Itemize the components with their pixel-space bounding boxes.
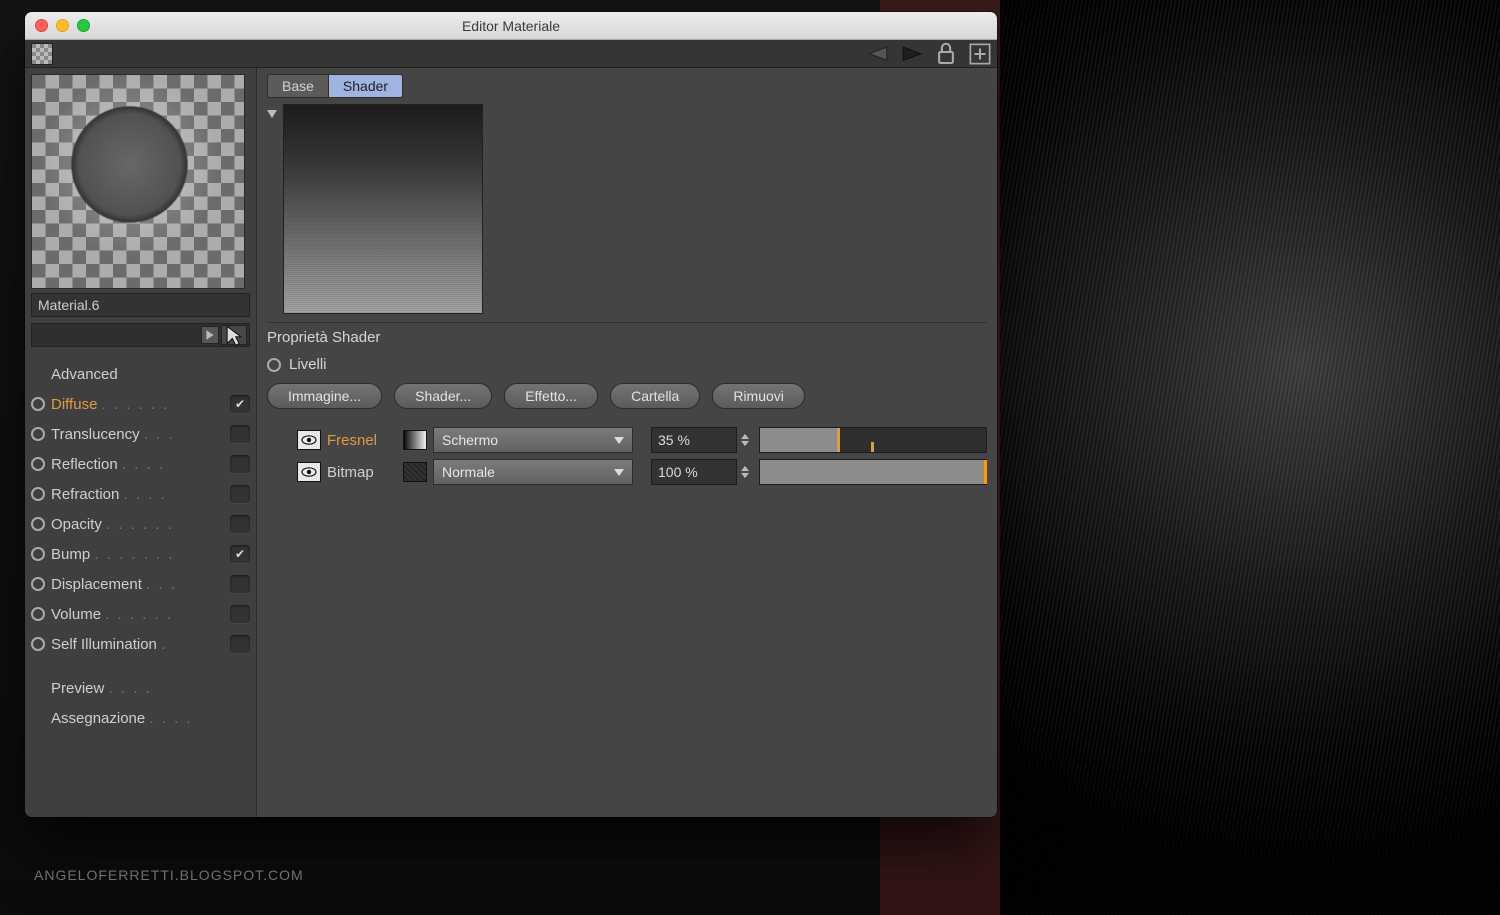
sidebar-item-bump[interactable]: Bump . . . . . . . (31, 539, 250, 569)
sidebar-item-preview[interactable]: Preview . . . . (31, 673, 250, 703)
channel-label: Translucency . . . (51, 426, 224, 443)
radio-icon[interactable] (31, 427, 45, 441)
radio-icon[interactable] (31, 547, 45, 561)
action-buttons: Immagine... Shader... Effetto... Cartell… (267, 383, 987, 409)
extra-label: Assegnazione . . . . (51, 710, 250, 727)
navigator-row (31, 323, 250, 347)
sidebar-item-refraction[interactable]: Refraction . . . . (31, 479, 250, 509)
material-name-input[interactable]: Material.6 (31, 293, 250, 317)
nav-back-icon[interactable] (867, 43, 889, 65)
channel-label: Self Illumination . (51, 636, 224, 653)
sidebar: Material.6 Advanced Diffuse . . . . . . … (25, 68, 257, 817)
channel-list: Advanced Diffuse . . . . . . Translucenc… (25, 357, 256, 817)
chevron-down-icon (614, 437, 624, 444)
channel-label: Reflection . . . . (51, 456, 224, 473)
material-editor-window: Editor Materiale Material.6 (25, 12, 997, 817)
layer-name[interactable]: Bitmap (327, 464, 397, 481)
sidebar-item-reflection[interactable]: Reflection . . . . (31, 449, 250, 479)
button-shader[interactable]: Shader... (394, 383, 492, 409)
titlebar: Editor Materiale (25, 12, 997, 40)
radio-icon[interactable] (31, 577, 45, 591)
toolbar (25, 40, 997, 68)
sidebar-item-opacity[interactable]: Opacity . . . . . . (31, 509, 250, 539)
levels-row[interactable]: Livelli (267, 356, 987, 373)
radio-icon[interactable] (31, 487, 45, 501)
channel-checkbox[interactable] (230, 545, 250, 563)
channel-label: Volume . . . . . . (51, 606, 224, 623)
sidebar-item-volume[interactable]: Volume . . . . . . (31, 599, 250, 629)
tab-base[interactable]: Base (267, 74, 329, 98)
channel-checkbox[interactable] (230, 605, 250, 623)
radio-icon[interactable] (31, 397, 45, 411)
percent-stepper[interactable] (741, 459, 753, 485)
sidebar-item-translucency[interactable]: Translucency . . . (31, 419, 250, 449)
percent-input[interactable]: 100 % (651, 459, 737, 485)
nav-forward-icon[interactable] (901, 43, 923, 65)
sidebar-item-assegnazione[interactable]: Assegnazione . . . . (31, 703, 250, 733)
layer-swatch[interactable] (403, 462, 427, 482)
radio-icon[interactable] (31, 607, 45, 621)
tab-bar: Base Shader (267, 74, 987, 98)
levels-radio-icon[interactable] (267, 358, 281, 372)
expand-icon[interactable] (201, 326, 219, 344)
layer-row-bitmap: Bitmap Normale 100 % (267, 459, 987, 485)
channel-checkbox[interactable] (230, 455, 250, 473)
radio-icon[interactable] (31, 637, 45, 651)
channel-label: Diffuse . . . . . . (51, 396, 224, 413)
sidebar-item-self-illumination[interactable]: Self Illumination . (31, 629, 250, 659)
percent-stepper[interactable] (741, 427, 753, 453)
material-preview[interactable] (31, 74, 245, 289)
channel-label: Bump . . . . . . . (51, 546, 224, 563)
layer-row-fresnel: Fresnel Schermo 35 % (267, 427, 987, 453)
main-panel: Base Shader Proprietà Shader Livelli Imm… (257, 68, 997, 817)
backdrop-cloth (1000, 0, 1500, 915)
channel-checkbox[interactable] (230, 515, 250, 533)
percent-slider[interactable] (759, 459, 987, 485)
layer-name[interactable]: Fresnel (327, 432, 397, 449)
channel-checkbox[interactable] (230, 425, 250, 443)
button-effect[interactable]: Effetto... (504, 383, 598, 409)
radio-icon[interactable] (31, 457, 45, 471)
sidebar-item-diffuse[interactable]: Diffuse . . . . . . (31, 389, 250, 419)
chevron-down-icon (614, 469, 624, 476)
add-icon[interactable] (969, 43, 991, 65)
radio-icon[interactable] (31, 517, 45, 531)
material-type-icon[interactable] (31, 43, 53, 65)
blend-mode-value: Schermo (442, 432, 498, 448)
channel-checkbox[interactable] (230, 485, 250, 503)
button-image[interactable]: Immagine... (267, 383, 382, 409)
channel-checkbox[interactable] (230, 635, 250, 653)
sidebar-item-displacement[interactable]: Displacement . . . (31, 569, 250, 599)
tab-shader[interactable]: Shader (329, 74, 403, 98)
picker-cursor-icon[interactable] (221, 325, 247, 345)
lock-icon[interactable] (935, 43, 957, 65)
channel-label: Displacement . . . (51, 576, 224, 593)
shader-preview[interactable] (283, 104, 483, 314)
button-remove[interactable]: Rimuovi (712, 383, 805, 409)
button-folder[interactable]: Cartella (610, 383, 700, 409)
channel-label: Refraction . . . . (51, 486, 224, 503)
sidebar-item-advanced[interactable]: Advanced (31, 359, 250, 389)
visibility-toggle[interactable] (297, 430, 321, 450)
section-title: Proprietà Shader (267, 322, 987, 352)
channel-checkbox[interactable] (230, 575, 250, 593)
channel-checkbox[interactable] (230, 395, 250, 413)
disclosure-icon[interactable] (267, 110, 277, 118)
watermark: ANGELOFERRETTI.BLOGSPOT.COM (34, 867, 304, 883)
blend-mode-dropdown[interactable]: Normale (433, 459, 633, 485)
percent-slider[interactable] (759, 427, 987, 453)
window-title: Editor Materiale (25, 18, 997, 34)
layer-swatch[interactable] (403, 430, 427, 450)
visibility-toggle[interactable] (297, 462, 321, 482)
blend-mode-value: Normale (442, 464, 495, 480)
extra-label: Preview . . . . (51, 680, 250, 697)
blend-mode-dropdown[interactable]: Schermo (433, 427, 633, 453)
percent-input[interactable]: 35 % (651, 427, 737, 453)
channel-label: Opacity . . . . . . (51, 516, 224, 533)
levels-label: Livelli (289, 356, 327, 373)
